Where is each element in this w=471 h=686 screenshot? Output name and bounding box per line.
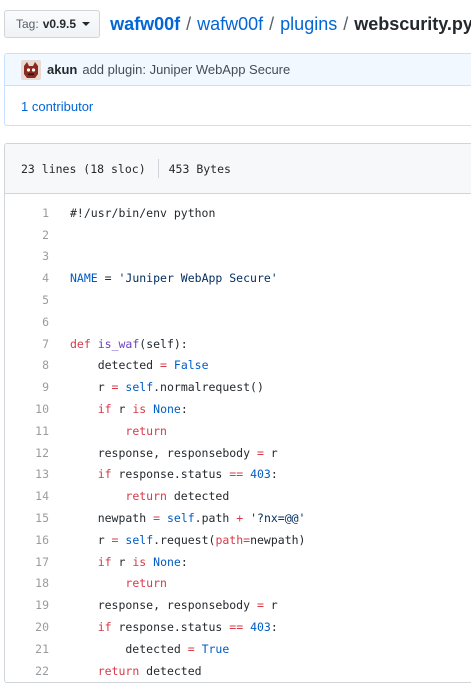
code-line: 9 r = self.normalrequest() [5,376,471,398]
contributors-link[interactable]: 1 contributor [21,99,93,114]
line-number[interactable]: 6 [5,315,70,329]
code-text: r = self.request(path=newpath) [70,532,306,547]
breadcrumb-file-name: webscurity.py [354,13,471,34]
code-line: 22 return detected [5,660,471,682]
line-number[interactable]: 22 [5,664,70,678]
code-line: 8 detected = False [5,355,471,377]
code-text: newpath = self.path + '?nx=@@' [70,511,306,526]
file-header: 23 lines (18 sloc) 453 Bytes [5,144,471,194]
code-line: 5 [5,289,471,311]
code-text: NAME = 'Juniper WebApp Secure' [70,271,278,286]
code-text: #!/usr/bin/env python [70,205,216,220]
line-number[interactable]: 13 [5,467,70,481]
code-line: 1 #!/usr/bin/env python [5,202,471,224]
breadcrumb-separator: / [186,13,192,34]
code-text: detected = False [70,358,209,373]
line-number[interactable]: 15 [5,511,70,525]
line-number[interactable]: 16 [5,533,70,547]
line-number[interactable]: 8 [5,358,70,372]
commit-message[interactable]: add plugin: Juniper WebApp Secure [82,62,290,77]
line-number[interactable]: 18 [5,576,70,590]
breadcrumb-repo-link[interactable]: wafw00f [110,14,180,35]
line-number[interactable]: 20 [5,620,70,634]
breadcrumb-separator: / [269,13,275,34]
code-text: response, responsebody = r [70,445,278,460]
code-line: 15 newpath = self.path + '?nx=@@' [5,507,471,529]
line-number[interactable]: 11 [5,424,70,438]
branch-tag-selector[interactable]: Tag: v0.9.5 [4,10,101,38]
line-number[interactable]: 1 [5,206,70,220]
breadcrumb-separator: / [343,13,349,34]
code-text: r = self.normalrequest() [70,380,264,395]
breadcrumb: wafw00f / wafw00f / plugins / webscurity… [110,14,471,35]
code-text: response, responsebody = r [70,598,278,613]
code-line: 4 NAME = 'Juniper WebApp Secure' [5,267,471,289]
code-text: return [125,423,167,438]
avatar[interactable] [21,59,41,80]
line-number[interactable]: 7 [5,337,70,351]
code-line: 3 [5,246,471,268]
code-text: if response.status == 403: [97,620,278,635]
line-number[interactable]: 5 [5,293,70,307]
line-number[interactable]: 10 [5,402,70,416]
code-line: 12 response, responsebody = r [5,442,471,464]
code-text: if r is None: [97,554,188,569]
divider [157,159,159,178]
code-text: if r is None: [97,402,188,417]
line-number[interactable]: 9 [5,380,70,394]
code-line: 20 if response.status == 403: [5,616,471,638]
file-line-count: 23 lines (18 sloc) [21,161,146,176]
code-line: 14 return detected [5,485,471,507]
topbar: Tag: v0.9.5 wafw00f / wafw00f / plugins … [4,9,471,39]
commit-tease: akun add plugin: Juniper WebApp Secure 1… [4,53,471,126]
code-text: detected = True [70,641,230,656]
latest-commit: akun add plugin: Juniper WebApp Secure [5,54,471,86]
line-number[interactable]: 21 [5,642,70,656]
code-line: 7 def is_waf(self): [5,333,471,355]
code-text: return [125,576,167,591]
file-size: 453 Bytes [168,161,231,176]
breadcrumb-plugins-link[interactable]: plugins [280,14,337,35]
code-line: 19 response, responsebody = r [5,594,471,616]
code-line: 2 [5,224,471,246]
code-text: if response.status == 403: [97,467,278,482]
line-number[interactable]: 2 [5,228,70,242]
line-number[interactable]: 19 [5,598,70,612]
code-block: 1 #!/usr/bin/env python 2 3 4 NAME = 'Juniper… [5,194,471,682]
file-viewer: 23 lines (18 sloc) 453 Bytes 1 #!/usr/bin… [4,143,471,683]
line-number[interactable]: 12 [5,446,70,460]
caret-down-icon [82,22,91,26]
code-line: 16 r = self.request(path=newpath) [5,529,471,551]
tag-prefix: Tag: [16,17,39,31]
code-line: 21 detected = True [5,638,471,660]
code-line: 18 return [5,573,471,595]
line-number[interactable]: 14 [5,489,70,503]
line-number[interactable]: 4 [5,271,70,285]
line-number[interactable]: 3 [5,249,70,263]
code-line: 6 [5,311,471,333]
code-line: 17 if r is None: [5,551,471,573]
commit-author[interactable]: akun [47,62,77,77]
code-text: return detected [97,663,202,678]
breadcrumb-dir-link[interactable]: wafw00f [197,14,263,35]
code-line: 11 return [5,420,471,442]
code-text: def is_waf(self): [70,336,188,351]
code-line: 13 if response.status == 403: [5,464,471,486]
code-text: return detected [125,489,230,504]
contributors-row: 1 contributor [5,86,471,125]
code-line: 10 if r is None: [5,398,471,420]
tag-version: v0.9.5 [42,17,77,31]
line-number[interactable]: 17 [5,555,70,569]
